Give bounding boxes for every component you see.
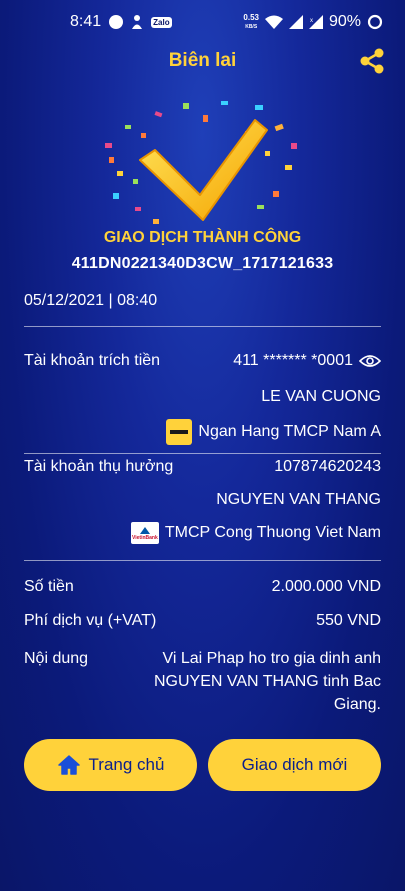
home-icon bbox=[57, 755, 80, 775]
network-speed: 0.53 KB/S bbox=[243, 12, 259, 31]
battery-percent: 90% bbox=[328, 13, 361, 30]
status-right: 0.53 KB/S x 90% bbox=[243, 13, 383, 31]
fee-row: Phí dịch vụ (+VAT) 550 VND bbox=[24, 612, 381, 634]
beneficiary-bank-name: TMCP Cong Thuong Viet Nam bbox=[164, 524, 381, 541]
beneficiary-account-number: 107874620243 bbox=[274, 458, 381, 475]
status-time: 8:41 bbox=[70, 13, 102, 30]
fee-value: 550 VND bbox=[316, 612, 381, 629]
fee-label: Phí dịch vụ (+VAT) bbox=[24, 612, 157, 629]
status-bar: 8:41 Zalo 0.53 KB/S x 90% bbox=[0, 0, 405, 44]
home-button-label: Trang chủ bbox=[88, 755, 165, 774]
notification-dot-icon bbox=[109, 15, 124, 29]
wifi-icon bbox=[264, 15, 283, 29]
amount-label: Số tiền bbox=[24, 578, 74, 595]
nam-a-bank-logo bbox=[166, 419, 193, 445]
svg-text:x: x bbox=[310, 18, 313, 24]
content-line-1: Vi Lai Phap ho tro gia dinh anh bbox=[162, 650, 381, 667]
transaction-datetime: 05/12/2021 | 08:40 bbox=[24, 292, 158, 309]
eye-icon[interactable] bbox=[359, 354, 381, 368]
notification-person-icon bbox=[132, 15, 143, 29]
checkmark-shape bbox=[139, 119, 268, 221]
divider bbox=[24, 326, 381, 327]
content-value: Vi Lai Phap ho tro gia dinh anh NGUYEN V… bbox=[131, 647, 381, 716]
header: Biên lai bbox=[0, 44, 405, 78]
result-title: GIAO DỊCH THÀNH CÔNG bbox=[103, 229, 302, 246]
source-bank-name: Ngan Hang TMCP Nam A bbox=[198, 423, 381, 440]
source-account-number-row: 411 ******* *0001 bbox=[233, 352, 381, 370]
network-speed-value: 0.53 bbox=[243, 12, 259, 22]
network-speed-unit: KB/S bbox=[245, 23, 258, 30]
success-checkmark-icon bbox=[105, 101, 297, 224]
page-title: Biên lai bbox=[168, 50, 237, 71]
divider bbox=[24, 453, 381, 454]
new-transaction-button-label: Giao dịch mới bbox=[241, 755, 348, 774]
source-account-name: LE VAN CUONG bbox=[261, 388, 381, 405]
share-icon[interactable] bbox=[357, 46, 387, 76]
vietinbank-logo-text: VietinBank bbox=[132, 534, 158, 541]
content-label: Nội dung bbox=[24, 650, 89, 667]
transaction-id: 411DN0221340D3CW_1717121633 bbox=[71, 255, 334, 272]
source-account-label: Tài khoản trích tiền bbox=[24, 352, 161, 369]
amount-value: 2.000.000 VND bbox=[271, 578, 381, 595]
content-line-3: Giang. bbox=[333, 696, 381, 713]
content-line-2: NGUYEN VAN THANG tinh Bac bbox=[153, 673, 381, 690]
status-left: 8:41 Zalo bbox=[70, 13, 172, 31]
signal-no-data-icon: x bbox=[308, 15, 323, 29]
signal-icon bbox=[288, 15, 303, 29]
source-bank-row: Ngan Hang TMCP Nam A bbox=[166, 419, 381, 445]
battery-icon bbox=[367, 14, 383, 30]
vietinbank-logo: VietinBank bbox=[130, 522, 159, 544]
new-transaction-button[interactable]: Giao dịch mới bbox=[208, 739, 381, 791]
home-button[interactable]: Trang chủ bbox=[24, 739, 197, 791]
beneficiary-bank-row: VietinBank TMCP Cong Thuong Viet Nam bbox=[130, 522, 381, 544]
beneficiary-label: Tài khoản thụ hưởng bbox=[24, 458, 174, 475]
beneficiary-section: Tài khoản thụ hưởng 107874620243 NGUYEN … bbox=[24, 458, 381, 548]
zalo-notification-icon: Zalo bbox=[151, 16, 172, 28]
source-account-number: 411 ******* *0001 bbox=[233, 352, 353, 369]
source-account-section: Tài khoản trích tiền 411 ******* *0001 L… bbox=[24, 352, 381, 452]
beneficiary-name: NGUYEN VAN THANG bbox=[216, 491, 381, 508]
content-row: Nội dung Vi Lai Phap ho tro gia dinh anh… bbox=[24, 647, 381, 719]
divider bbox=[24, 560, 381, 561]
amount-row: Số tiền 2.000.000 VND bbox=[24, 578, 381, 600]
